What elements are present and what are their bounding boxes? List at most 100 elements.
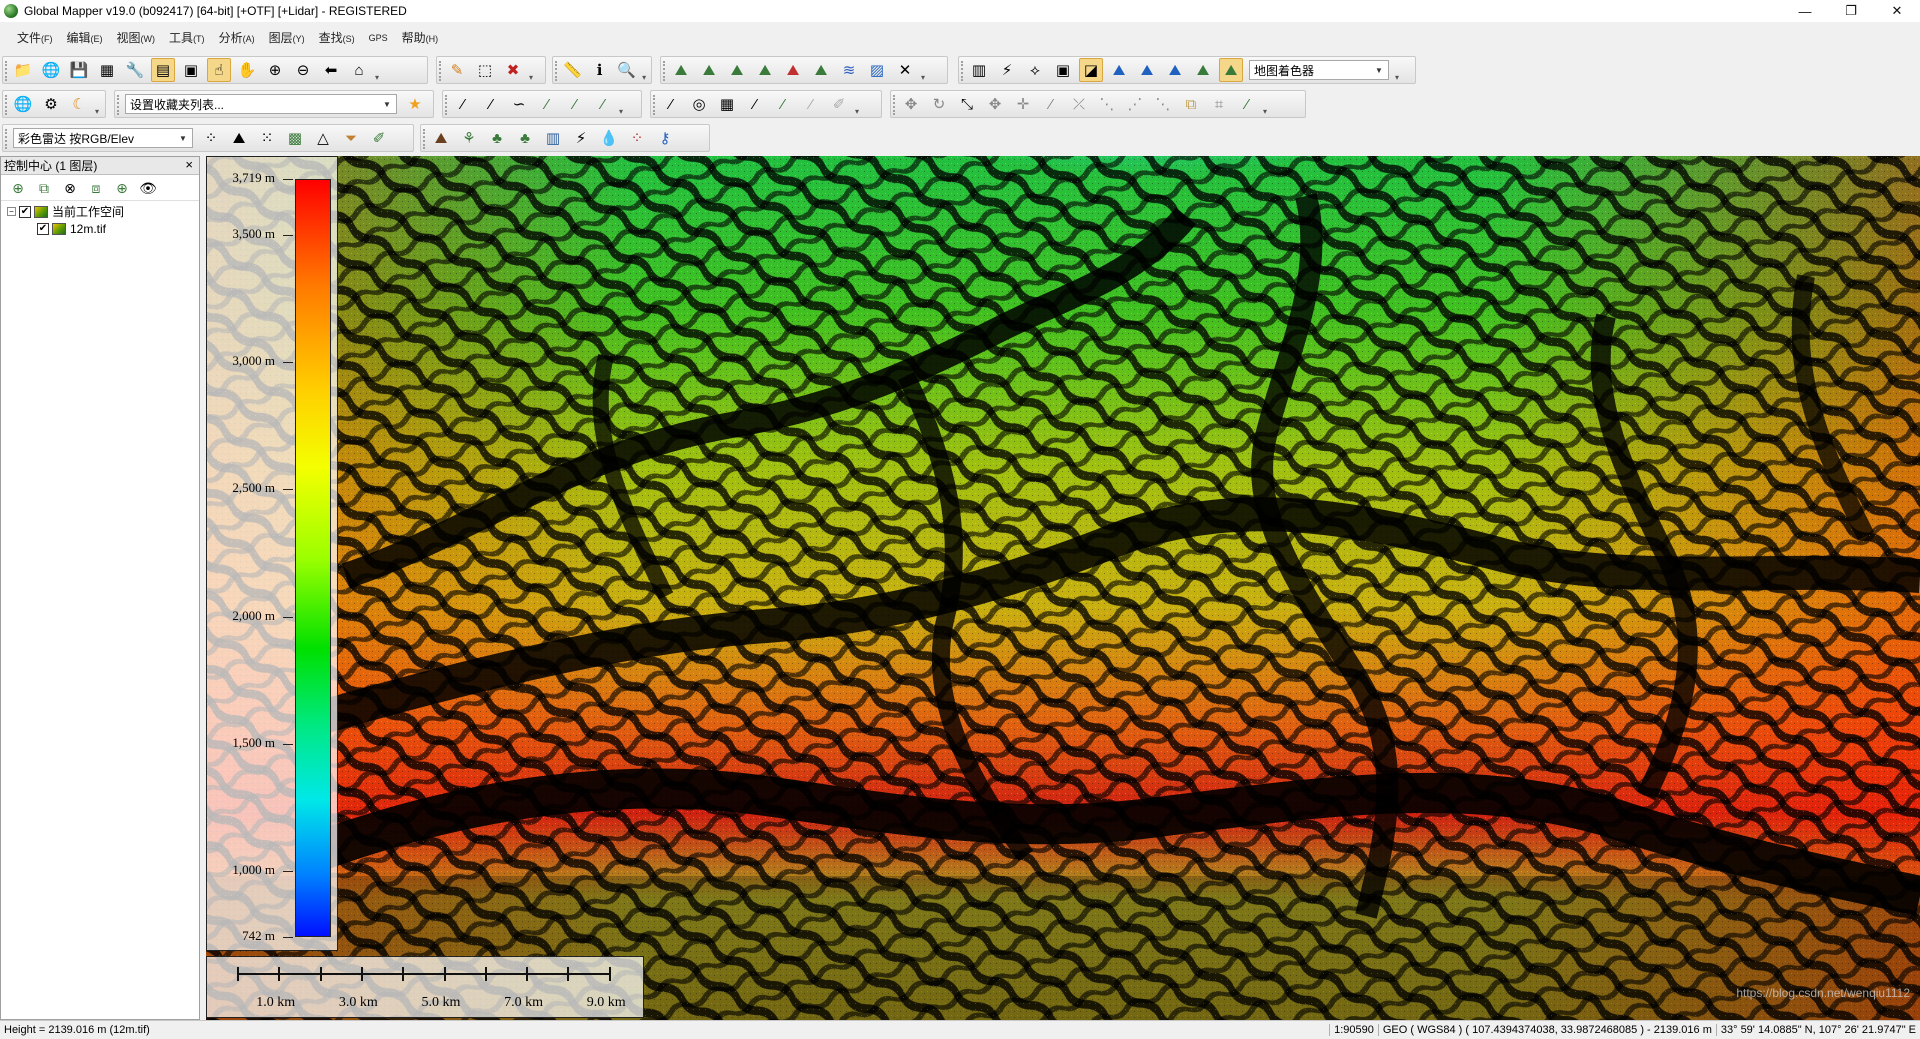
terrain-grid-icon[interactable]: ▩ <box>283 126 307 150</box>
toolbar-overflow-icon[interactable]: ▾ <box>1261 92 1269 116</box>
menu-file[interactable]: 文件(F) <box>10 29 60 46</box>
add-layers-icon[interactable]: ⧉ <box>33 176 55 200</box>
close-window-button[interactable]: ✕ <box>1874 0 1920 22</box>
star-icon[interactable]: ★ <box>403 92 427 116</box>
close-panel-icon[interactable]: × <box>185 157 193 172</box>
volume-icon[interactable]: ⛰ <box>809 58 833 82</box>
digitizer-select-icon[interactable]: ☝ <box>207 58 231 82</box>
triangle-icon[interactable]: △ <box>311 126 335 150</box>
menu-tools[interactable]: 工具(T) <box>162 29 212 46</box>
simplify-icon[interactable]: ⋱ <box>1151 92 1175 116</box>
toolbar-overflow-icon[interactable]: ▾ <box>93 92 101 116</box>
add-vertex-icon[interactable]: ✛ <box>1011 92 1035 116</box>
disabled-attr-icon[interactable]: ✐ <box>827 92 851 116</box>
configure-icon[interactable]: 🔧 <box>123 58 147 82</box>
low-veg-icon[interactable]: ⚘ <box>457 126 481 150</box>
flood-icon[interactable]: ≋ <box>837 58 861 82</box>
path-profile-icon[interactable]: ⟡ <box>1023 58 1047 82</box>
vertical-exag-icon[interactable]: ⛰ <box>1163 58 1187 82</box>
join-icon[interactable]: ⤫ <box>1067 92 1091 116</box>
zoom-to-layer-icon[interactable]: ⊕ <box>111 176 133 200</box>
move-vertex-icon[interactable]: ✥ <box>983 92 1007 116</box>
zoom-in-icon[interactable]: ⊕ <box>263 58 287 82</box>
point-cloud-icon[interactable]: ⁘ <box>199 126 223 150</box>
building-icon[interactable]: ▥ <box>541 126 565 150</box>
color-shader-icon[interactable]: ⛰ <box>1219 58 1243 82</box>
gear-icon[interactable]: ⚙ <box>39 92 63 116</box>
mountain-settings-icon[interactable]: ⛰ <box>227 126 251 150</box>
workspace-checkbox[interactable]: ✔ <box>19 205 31 218</box>
water-drop-icon[interactable]: 💧 <box>597 126 621 150</box>
toolbar-overflow-icon[interactable]: ▾ <box>373 58 381 82</box>
hillshade-icon[interactable]: ◪ <box>1079 58 1103 82</box>
split-line-icon[interactable]: ⁄ <box>1039 92 1063 116</box>
copy-feature-icon[interactable]: ⧉ <box>1179 92 1203 116</box>
menu-help[interactable]: 帮助(H) <box>395 29 446 46</box>
control-center-icon[interactable]: ▤ <box>151 58 175 82</box>
water-level-icon[interactable]: ⛰ <box>1107 58 1131 82</box>
toolbar-overflow-icon[interactable]: ▾ <box>853 92 861 116</box>
edit-vertex-icon[interactable]: ⁄ <box>591 92 615 116</box>
measure-line-icon[interactable]: ⁄ <box>659 92 683 116</box>
layout-icon[interactable]: ▥ <box>967 58 991 82</box>
grid-icon[interactable]: ▦ <box>715 92 739 116</box>
key-icon[interactable]: ⚷ <box>653 126 677 150</box>
print-icon[interactable]: ▦ <box>95 58 119 82</box>
move-icon[interactable]: ✥ <box>899 92 923 116</box>
image-icon[interactable]: ▨ <box>865 58 889 82</box>
menu-view[interactable]: 视图(W) <box>110 29 163 46</box>
restore-button[interactable]: ❐ <box>1828 0 1874 22</box>
overview-map-icon[interactable]: ▣ <box>179 58 203 82</box>
draw-polyline-icon[interactable]: ⁄ <box>479 92 503 116</box>
home-icon[interactable]: ⌂ <box>347 58 371 82</box>
pencil-icon[interactable]: ✎ <box>445 58 469 82</box>
reshape-icon[interactable]: ⤡ <box>955 92 979 116</box>
tree-icon[interactable]: ♣ <box>513 126 537 150</box>
circle-icon[interactable]: ◎ <box>687 92 711 116</box>
delete-icon[interactable]: ✖ <box>501 58 525 82</box>
view-shed-icon[interactable]: ⛰ <box>697 58 721 82</box>
remove-layer-icon[interactable]: ⊗ <box>59 176 81 200</box>
filter-icon[interactable]: ⏷ <box>339 126 363 150</box>
moon-icon[interactable]: ☾ <box>67 92 91 116</box>
smooth-icon[interactable]: ⋰ <box>1123 92 1147 116</box>
terrain-profile-icon[interactable]: ⛰ <box>669 58 693 82</box>
cut-fill-icon[interactable]: ⛰ <box>781 58 805 82</box>
menu-edit[interactable]: 编辑(E) <box>60 29 110 46</box>
info-icon[interactable]: ℹ <box>588 58 611 82</box>
snap-icon[interactable]: ⋱ <box>1095 92 1119 116</box>
ruler-icon[interactable]: 📏 <box>561 58 584 82</box>
back-arrow-icon[interactable]: ⬅ <box>319 58 343 82</box>
add-layer-icon[interactable]: ⊕ <box>7 176 29 200</box>
open-online-data-icon[interactable]: 🌐 <box>39 58 63 82</box>
draw-curve-icon[interactable]: ∽ <box>507 92 531 116</box>
menu-layer[interactable]: 图层(Y) <box>262 29 312 46</box>
toolbar-overflow-icon[interactable]: ▾ <box>617 92 625 116</box>
collapse-icon[interactable]: − <box>7 207 16 216</box>
color-mode-select[interactable]: 彩色雷达 按RGB/Elev ▼ <box>13 128 193 148</box>
power-line-icon[interactable]: ⚡ <box>569 126 593 150</box>
eye-icon[interactable]: 👁 <box>137 176 159 200</box>
shader-settings-icon[interactable]: ⛰ <box>1191 58 1215 82</box>
map-view[interactable]: 3,719 m 3,500 m 3,000 m 2,500 m 2,000 m 1,500… <box>206 156 1920 1020</box>
select-rect-icon[interactable]: ⬚ <box>473 58 497 82</box>
draw-point-icon[interactable]: ⁄ <box>563 92 587 116</box>
layer-options-icon[interactable]: ⧈ <box>85 176 107 200</box>
draw-area-icon[interactable]: ⁄ <box>535 92 559 116</box>
disable-icon[interactable]: ✕ <box>893 58 917 82</box>
favorites-select[interactable]: 设置收藏夹列表... ▼ <box>125 94 397 114</box>
edit-points-icon[interactable]: ✐ <box>367 126 391 150</box>
layer-checkbox[interactable]: ✔ <box>37 222 49 235</box>
search-vector-icon[interactable]: 🔍 <box>615 58 638 82</box>
3d-view-icon[interactable]: ▣ <box>1051 58 1075 82</box>
save-icon[interactable]: 💾 <box>67 58 91 82</box>
noise-icon[interactable]: ⁘ <box>625 126 649 150</box>
rotate-icon[interactable]: ↻ <box>927 92 951 116</box>
toolbar-overflow-icon[interactable]: ▾ <box>527 58 535 82</box>
watershed-icon[interactable]: ⛰ <box>753 58 777 82</box>
ground-icon[interactable]: ⛰ <box>429 126 453 150</box>
globe-icon[interactable]: 🌐 <box>11 92 35 116</box>
tree-row-workspace[interactable]: − ✔ 当前工作空间 <box>7 203 199 220</box>
medium-veg-icon[interactable]: ♣ <box>485 126 509 150</box>
contour-icon[interactable]: ⛰ <box>725 58 749 82</box>
